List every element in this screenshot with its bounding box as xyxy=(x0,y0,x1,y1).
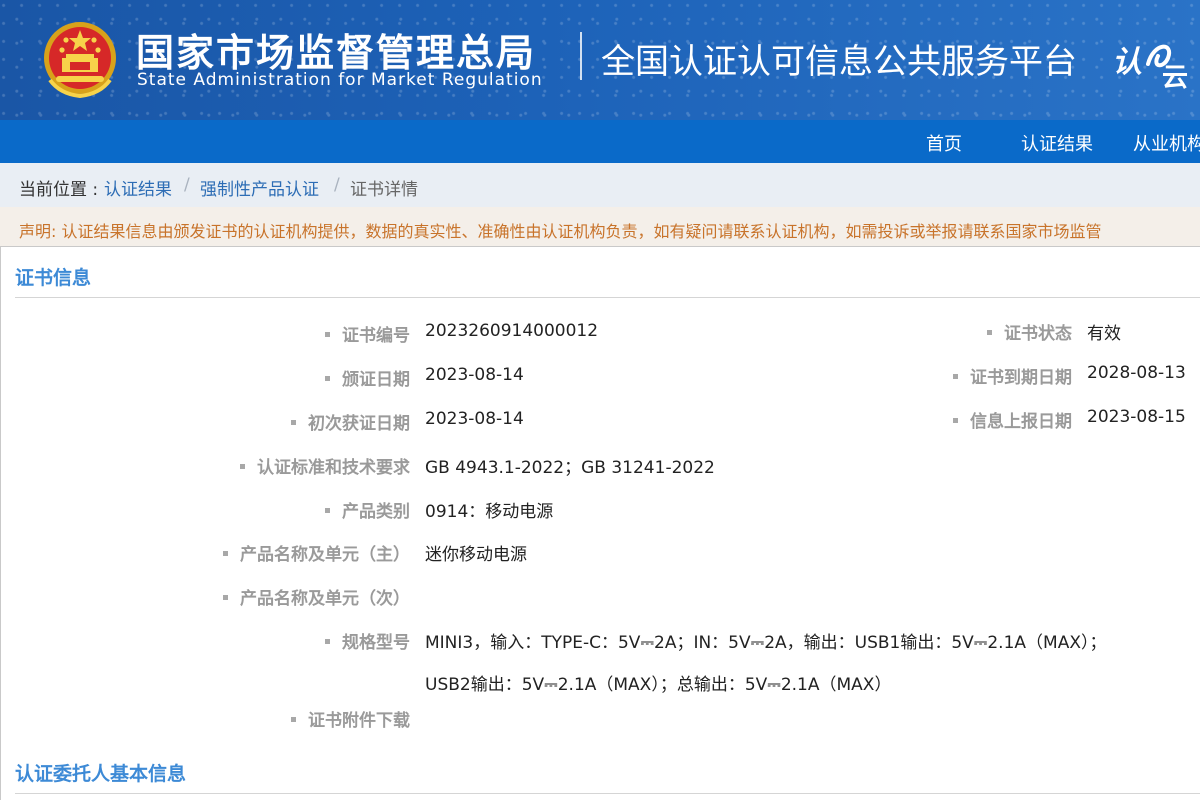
platform-logo: 认 云 xyxy=(1112,44,1188,90)
breadcrumb-current: 证书详情 xyxy=(350,180,418,200)
label-standards: 认证标准和技术要求 xyxy=(240,453,410,478)
bullet-icon xyxy=(987,329,992,335)
breadcrumb: 当前位置 : 认证结果 / 强制性产品认证 / 证书详情 xyxy=(0,163,1200,207)
value-standards: GB 4943.1-2022；GB 31241-2022 xyxy=(425,458,715,478)
label-report-date: 信息上报日期 xyxy=(953,407,1072,432)
nav-item-institutions[interactable]: 从业机构 xyxy=(1133,130,1200,156)
breadcrumb-ccc[interactable]: 强制性产品认证 xyxy=(200,175,319,200)
bullet-icon xyxy=(325,375,330,381)
main-nav: 首页 认证结果 从业机构 xyxy=(0,120,1200,163)
section-divider xyxy=(15,793,1200,794)
value-model-line1: MINI3，输入：TYPE-C：5V⎓2A；IN：5V⎓2A，输出：USB1输出… xyxy=(425,633,1107,653)
label-product-sub: 产品名称及单元（次） xyxy=(223,584,410,609)
section-title-cert-info: 证书信息 xyxy=(15,267,92,289)
bullet-icon xyxy=(953,417,958,423)
breadcrumb-separator: / xyxy=(334,175,340,195)
svg-text:认: 认 xyxy=(1112,45,1142,80)
breadcrumb-prefix: 当前位置 : xyxy=(19,180,99,200)
certificate-panel: 证书信息 证书编号 2023260914000012 颁证日期 2023-08-… xyxy=(0,246,1200,800)
bullet-icon xyxy=(240,463,245,469)
value-model-line2: USB2输出：5V⎓2.1A（MAX）；总输出：5V⎓2.1A（MAX） xyxy=(425,675,892,695)
value-first-date: 2023-08-14 xyxy=(425,409,524,429)
bullet-icon xyxy=(325,331,330,337)
svg-text:云: 云 xyxy=(1162,63,1188,90)
nav-item-cert-results[interactable]: 认证结果 xyxy=(1021,130,1093,156)
section-title-entrust: 认证委托人基本信息 xyxy=(15,763,187,785)
bullet-icon xyxy=(325,507,330,513)
label-cert-no: 证书编号 xyxy=(325,321,410,346)
value-cert-no: 2023260914000012 xyxy=(425,321,599,341)
bullet-icon xyxy=(291,716,296,722)
value-status: 有效 xyxy=(1087,324,1121,344)
breadcrumb-cert-results[interactable]: 认证结果 xyxy=(104,175,172,200)
label-category: 产品类别 xyxy=(325,497,410,522)
breadcrumb-separator: / xyxy=(184,175,190,195)
bullet-icon xyxy=(325,638,330,644)
national-emblem-icon xyxy=(44,22,116,98)
label-issue-date: 颁证日期 xyxy=(325,365,410,390)
value-expiry-date: 2028-08-13 xyxy=(1087,363,1186,383)
platform-title: 全国认证认可信息公共服务平台 xyxy=(601,42,1077,82)
label-product-main: 产品名称及单元（主） xyxy=(223,540,410,565)
header-divider xyxy=(580,32,582,80)
value-product-main: 迷你移动电源 xyxy=(425,545,527,565)
bullet-icon xyxy=(223,594,228,600)
value-report-date: 2023-08-15 xyxy=(1087,407,1186,427)
bullet-icon xyxy=(223,550,228,556)
label-attachment: 证书附件下载 xyxy=(291,706,410,731)
value-issue-date: 2023-08-14 xyxy=(425,365,524,385)
section-divider xyxy=(15,297,1200,298)
site-header: 国家市场监督管理总局 State Administration for Mark… xyxy=(0,0,1200,120)
org-name-cn: 国家市场监督管理总局 xyxy=(136,31,537,75)
nav-item-home[interactable]: 首页 xyxy=(926,130,962,156)
label-expiry-date: 证书到期日期 xyxy=(953,363,1072,388)
label-first-date: 初次获证日期 xyxy=(291,409,410,434)
label-model: 规格型号 xyxy=(325,628,410,653)
label-status: 证书状态 xyxy=(987,319,1072,344)
disclaimer-banner: 声明: 认证结果信息由颁发证书的认证机构提供，数据的真实性、准确性由认证机构负责… xyxy=(0,207,1200,247)
bullet-icon xyxy=(291,419,296,425)
bullet-icon xyxy=(953,373,958,379)
value-category: 0914：移动电源 xyxy=(425,502,554,522)
disclaimer-text: 声明: 认证结果信息由颁发证书的认证机构提供，数据的真实性、准确性由认证机构负责… xyxy=(19,222,1102,241)
org-name-en: State Administration for Market Regulati… xyxy=(137,70,543,90)
